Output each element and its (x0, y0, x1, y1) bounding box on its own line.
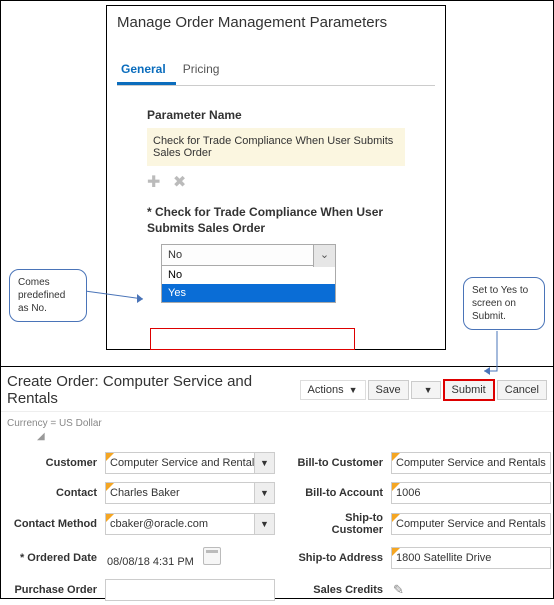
chevron-down-icon[interactable]: ▼ (254, 453, 274, 473)
page-title: Create Order: Computer Service and Renta… (7, 373, 298, 407)
contact-input[interactable]: Charles Baker ▼ (105, 482, 275, 504)
create-order-panel: Create Order: Computer Service and Renta… (1, 366, 553, 598)
contact-method-input[interactable]: cbaker@oracle.com ▼ (105, 513, 275, 535)
sales-credits-value: ✎ (391, 579, 551, 601)
tab-row: General Pricing (117, 56, 435, 86)
billto-account-input[interactable]: 1006 (391, 482, 551, 504)
select-list: No Yes (161, 266, 336, 303)
currency-line: Currency = US Dollar (1, 412, 553, 431)
pencil-icon[interactable]: ✎ (393, 582, 404, 597)
param-header: Parameter Name (147, 108, 435, 122)
caret-down-icon: ▼ (349, 385, 358, 395)
tab-general[interactable]: General (117, 56, 176, 85)
purchase-order-label: Purchase Order (7, 584, 101, 596)
chevron-down-icon[interactable]: ⌄ (313, 245, 335, 267)
callout-right: Set to Yes to screen on Submit. (463, 277, 545, 330)
select-display: No ⌄ (161, 244, 336, 266)
shipto-customer-label: Ship-to Customer (293, 512, 387, 536)
contact-label: Contact (7, 487, 101, 499)
select-option-no[interactable]: No (162, 266, 335, 284)
save-caret-button[interactable]: ▼ (411, 381, 441, 399)
save-button[interactable]: Save (368, 380, 409, 400)
billto-customer-label: Bill-to Customer (293, 457, 387, 469)
caret-down-icon: ▼ (424, 385, 433, 395)
shipto-address-input[interactable]: 1800 Satellite Drive (391, 547, 551, 569)
cancel-button[interactable]: Cancel (497, 380, 547, 400)
shipto-address-label: Ship-to Address (293, 552, 387, 564)
customer-label: Customer (7, 457, 101, 469)
customer-input[interactable]: Computer Service and Rentals ▼ (105, 452, 275, 474)
actions-button[interactable]: Actions▼ (300, 380, 366, 400)
billto-customer-input[interactable]: Computer Service and Rentals (391, 452, 551, 474)
icon-row: ✚ ✖ (147, 172, 435, 192)
tab-pricing[interactable]: Pricing (179, 56, 230, 82)
callout-left: Comes predefined as No. (9, 269, 87, 322)
chevron-down-icon[interactable]: ▼ (254, 483, 274, 503)
calendar-icon[interactable] (203, 547, 221, 565)
contact-method-label: Contact Method (7, 518, 101, 530)
field-label: * Check for Trade Compliance When User S… (147, 204, 407, 236)
select-value: No (168, 249, 182, 261)
ordered-date-value: 08/08/18 4:31 PM (105, 544, 275, 571)
field-label-text: Check for Trade Compliance When User Sub… (147, 205, 383, 235)
manage-params-panel: Manage Order Management Parameters Gener… (106, 5, 446, 350)
collapse-icon[interactable]: ◢ (1, 431, 553, 448)
select-option-yes[interactable]: Yes (162, 284, 335, 302)
billto-account-label: Bill-to Account (293, 487, 387, 499)
ordered-date-label: Ordered Date (7, 552, 101, 564)
shipto-customer-input[interactable]: Computer Service and Rentals (391, 513, 551, 535)
delete-icon[interactable]: ✖ (173, 172, 186, 192)
compliance-select[interactable]: No ⌄ No Yes (161, 244, 336, 303)
sales-credits-label: Sales Credits (293, 584, 387, 596)
param-row[interactable]: Check for Trade Compliance When User Sub… (147, 128, 405, 166)
page-header: Create Order: Computer Service and Renta… (1, 367, 553, 412)
submit-button[interactable]: Submit (443, 379, 495, 401)
add-icon[interactable]: ✚ (147, 172, 160, 192)
chevron-down-icon[interactable]: ▼ (254, 514, 274, 534)
purchase-order-input[interactable] (105, 579, 275, 601)
panel-title: Manage Order Management Parameters (117, 14, 435, 31)
form-grid: Customer Computer Service and Rentals ▼ … (1, 448, 553, 605)
